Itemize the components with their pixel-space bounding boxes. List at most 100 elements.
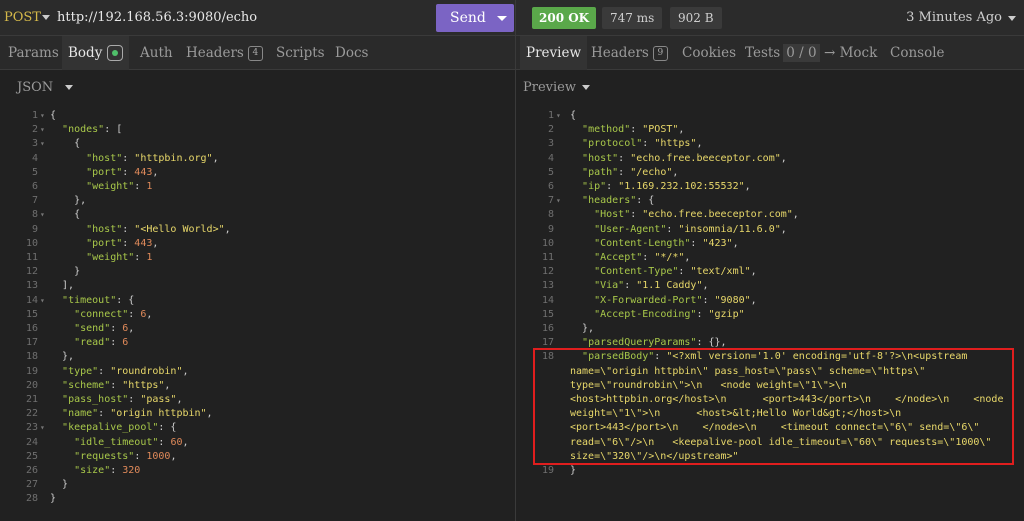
line-number: 10 [541, 237, 554, 249]
request-code-line: "pass_host": "pass", [62, 394, 183, 405]
line-number: 20 [25, 379, 38, 391]
response-code-line: "Via": "1.1 Caddy", [594, 280, 709, 292]
tab-scripts[interactable]: Scripts [276, 36, 325, 70]
tab-headers[interactable]: Headers 4 [186, 36, 263, 70]
response-code-line: "protocol": "https", [582, 138, 703, 150]
line-number: 1 [31, 110, 38, 121]
request-code-line: "send": 6, [74, 323, 135, 334]
response-tabs: Preview Headers 9 Cookies Tests 0 / 0 → Mo… [516, 36, 1024, 70]
request-code-line: "name": "origin httpbin", [62, 408, 213, 420]
response-code-line: { [570, 110, 577, 121]
line-number: 9 [547, 223, 554, 235]
line-number: 3 [31, 138, 38, 150]
response-code-line: "parsedQueryParams": {}, [582, 337, 727, 349]
fold-toggle-icon[interactable]: ▾ [40, 423, 45, 432]
tab-auth[interactable]: Auth [140, 36, 173, 70]
response-size: 902 B [670, 7, 722, 29]
url-input[interactable]: http://192.168.56.3:9080/echo [57, 0, 257, 36]
send-button[interactable]: Send [436, 4, 514, 32]
line-number: 19 [25, 365, 38, 377]
request-code-line: "connect": 6, [74, 308, 153, 320]
line-number: 21 [25, 394, 38, 405]
fold-toggle-icon[interactable]: ▾ [40, 125, 45, 134]
line-number: 6 [31, 181, 38, 192]
line-number: 17 [25, 337, 38, 349]
top-bar: POST http://192.168.56.3:9080/echo Send … [0, 0, 1024, 36]
line-number: 3 [547, 138, 554, 150]
line-number: 12 [541, 266, 554, 278]
fold-toggle-icon[interactable]: ▾ [40, 296, 45, 305]
tab-console[interactable]: Console [890, 36, 945, 70]
history-dropdown[interactable]: 3 Minutes Ago [906, 0, 1002, 36]
request-code-line: "nodes": [ [62, 124, 123, 136]
line-number: 8 [31, 209, 38, 221]
line-number: 11 [541, 252, 554, 263]
fold-toggle-icon[interactable]: ▾ [40, 111, 45, 120]
request-code-line: } [50, 479, 69, 491]
body-format-select[interactable]: JSON [17, 71, 74, 104]
response-code-line: "Content-Type": "text/xml", [594, 266, 757, 278]
tab-mock[interactable]: → Mock [824, 36, 877, 70]
response-code-line: "X-Forwarded-Port": "9080", [594, 294, 757, 306]
response-code-line: "Accept": "*/*", [594, 252, 691, 263]
fold-toggle-icon[interactable]: ▾ [556, 111, 561, 120]
tab-tests[interactable]: Tests 0 / 0 [745, 36, 820, 70]
request-code-line: "weight": 1 [86, 252, 153, 263]
chevron-down-icon[interactable] [42, 15, 50, 20]
request-code-line: "weight": 1 [86, 181, 153, 192]
line-number: 28 [25, 493, 38, 505]
request-code-line: "host": "httpbin.org", [86, 152, 219, 164]
line-number: 24 [25, 436, 38, 448]
line-number: 7 [547, 195, 554, 207]
tab-response-headers[interactable]: Headers 9 [591, 36, 668, 70]
response-code-line: }, [570, 323, 595, 334]
body-format-label: JSON [17, 80, 54, 95]
request-code-line: "port": 443, [86, 237, 159, 249]
chevron-down-icon[interactable] [497, 16, 507, 21]
headers-count-badge: 4 [247, 46, 263, 61]
request-code-line: } [50, 266, 81, 278]
line-number: 22 [25, 408, 38, 420]
line-number: 14 [25, 294, 38, 306]
line-number: 25 [25, 450, 38, 462]
tab-body[interactable]: Body [62, 36, 130, 70]
highlight-box [533, 348, 1014, 465]
preview-mode-label: Preview [523, 80, 576, 95]
request-code-line: ], [50, 280, 75, 292]
response-code-line: "host": "echo.free.beeceptor.com", [582, 152, 787, 164]
tab-cookies[interactable]: Cookies [682, 36, 736, 70]
line-number: 5 [31, 166, 38, 178]
status-badge: 200 OK [532, 7, 597, 29]
chevron-down-icon[interactable] [1008, 16, 1016, 21]
method-select[interactable]: POST [4, 0, 41, 36]
send-button-label: Send [450, 10, 486, 26]
request-body-editor[interactable]: 1 ▾{2 ▾ "nodes": [3 ▾ {4 "host": "httpbin.o… [0, 108, 515, 518]
tab-params[interactable]: Params [8, 36, 59, 70]
line-number: 10 [25, 237, 38, 249]
response-code-line: "Accept-Encoding": "gzip" [594, 308, 745, 320]
line-number: 27 [25, 479, 38, 491]
line-number: 7 [31, 195, 38, 207]
line-number: 2 [31, 124, 38, 136]
body-active-icon [107, 44, 124, 61]
response-code-line: } [570, 465, 577, 476]
line-number: 16 [541, 323, 554, 334]
response-code-line: "Host": "echo.free.beeceptor.com", [594, 209, 799, 221]
line-number: 18 [25, 351, 38, 363]
tab-docs[interactable]: Docs [335, 36, 368, 70]
response-time: 747 ms [602, 7, 663, 29]
request-code-line: { [50, 209, 81, 221]
request-code-line: "read": 6 [74, 337, 129, 349]
line-number: 1 [547, 110, 554, 121]
request-tabs: Params Body Auth Headers 4 Scripts Docs [0, 36, 515, 70]
tab-preview[interactable]: Preview [520, 36, 588, 70]
line-number: 11 [25, 252, 38, 263]
preview-mode-select[interactable]: Preview [523, 71, 590, 104]
response-headers-count-badge: 9 [652, 46, 668, 61]
request-code-line: "requests": 1000, [74, 450, 177, 462]
fold-toggle-icon[interactable]: ▾ [556, 196, 561, 205]
request-code-line: "size": 320 [74, 465, 141, 476]
fold-toggle-icon[interactable]: ▾ [40, 210, 45, 219]
fold-toggle-icon[interactable]: ▾ [40, 139, 45, 148]
tab-body-label: Body [68, 45, 103, 61]
